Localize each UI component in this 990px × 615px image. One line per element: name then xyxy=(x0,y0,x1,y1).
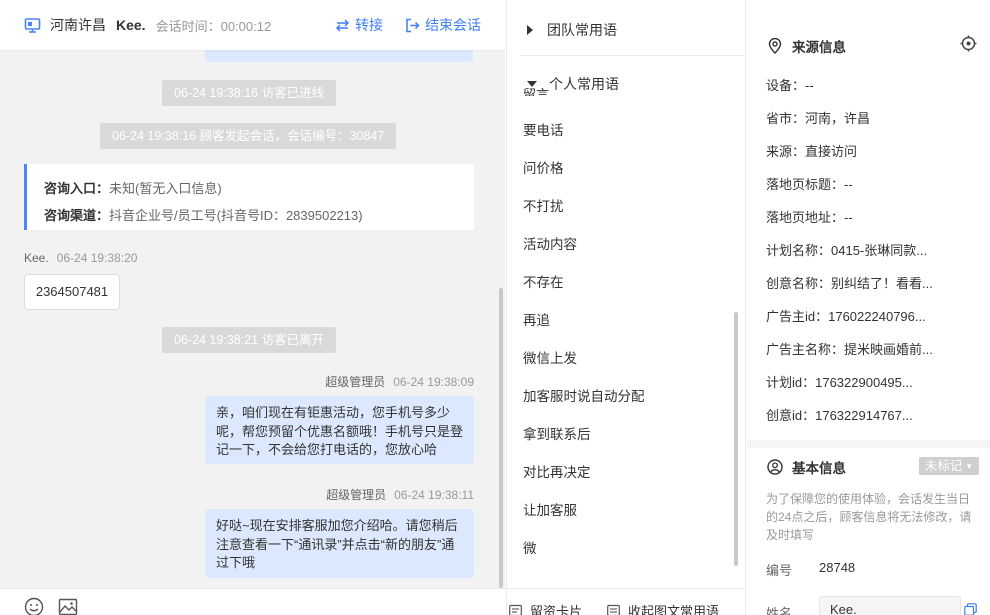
mark-status-dropdown[interactable]: 未标记 ▼ xyxy=(919,457,979,475)
customer-name-label: 姓名 xyxy=(766,606,793,615)
phrase-item[interactable]: 加客服时说自动分配 xyxy=(523,385,645,405)
chat-header: 河南许昌 Kee. 会话时间：00:00:12 转接 结束会话 xyxy=(0,0,505,50)
card-icon xyxy=(509,604,522,615)
customer-info-panel: 来源信息 设备：-- 省市：河南，许昌 来源：直接访问 落地页标题：-- 落地页… xyxy=(747,0,990,615)
agent-message-bubble: 亲，咱们现在有钜惠活动，您手机号多少呢，帮您预留个优惠名额哦！手机号只是登记一下… xyxy=(205,396,474,464)
caret-right-icon xyxy=(527,25,533,35)
target-icon[interactable] xyxy=(960,35,977,52)
phrase-item[interactable]: 对比再决定 xyxy=(523,461,591,481)
transfer-icon xyxy=(335,18,350,32)
end-session-button[interactable]: 结束会话 xyxy=(405,15,481,35)
phrases-toolbar: 留资卡片 收起图文常用语 xyxy=(507,588,745,615)
header-actions: 转接 结束会话 xyxy=(313,0,481,50)
caret-down-icon: ▼ xyxy=(965,462,974,471)
info-landing-url: 落地页地址：-- xyxy=(766,210,853,225)
session-time: 会话时间：00:00:12 xyxy=(155,18,272,34)
logout-icon xyxy=(406,18,420,32)
agent-message-meta: 超级管理员 06-24 19:38:09 xyxy=(325,375,474,389)
phrase-item[interactable]: 问价格 xyxy=(523,157,564,177)
phrases-scrollbar[interactable] xyxy=(734,312,738,566)
chat-scrollbar[interactable] xyxy=(499,288,503,588)
chat-toolbar xyxy=(0,588,505,615)
info-province-city: 省市：河南，许昌 xyxy=(766,111,871,126)
system-message-visitor-entered: 06-24 19:38:16 访客已进线 xyxy=(162,80,337,106)
phrase-item[interactable]: 再追 xyxy=(523,309,550,329)
phrases-panel: 团队常用语 个人常用语 留言 要电话 问价格 不打扰 活动内容 不存在 再追 微… xyxy=(506,0,746,615)
visitor-message-meta: Kee. 06-24 19:38:20 xyxy=(24,251,138,265)
info-landing-title: 落地页标题：-- xyxy=(766,177,853,192)
chat-panel: 河南许昌 Kee. 会话时间：00:00:12 转接 结束会话 06-24 19… xyxy=(0,0,505,615)
phrase-item[interactable]: 要电话 xyxy=(523,119,564,139)
consult-channel: 咨询渠道：抖音企业号/员工号(抖音号ID：2839502213) xyxy=(44,208,363,223)
phrase-item[interactable]: 微信上发 xyxy=(523,347,577,367)
system-message-session-started: 06-24 19:38:16 顾客发起会话，会话编号：30847 xyxy=(100,123,397,149)
info-creative-id: 创意id：176322914767... xyxy=(766,408,913,423)
phrase-item[interactable]: 活动内容 xyxy=(523,233,577,253)
phrase-item[interactable]: 不打扰 xyxy=(523,195,564,215)
customer-name-field[interactable]: Kee. xyxy=(819,596,961,615)
phrase-item[interactable]: 微 xyxy=(523,537,537,557)
copy-icon[interactable] xyxy=(964,603,977,615)
consult-info-card: 咨询入口：未知(暂无入口信息) 咨询渠道：抖音企业号/员工号(抖音号ID：283… xyxy=(24,164,474,230)
location-pin-icon xyxy=(768,38,782,54)
info-device: 设备：-- xyxy=(766,78,814,93)
phrase-item[interactable]: 让加客服 xyxy=(523,499,577,519)
phrase-item[interactable]: 拿到联系后 xyxy=(523,423,591,443)
team-phrases-group[interactable]: 团队常用语 xyxy=(527,20,617,40)
source-info-title: 来源信息 xyxy=(767,36,846,56)
image-icon[interactable] xyxy=(58,597,78,615)
caret-down-icon xyxy=(527,81,537,87)
customer-id-label: 编号 xyxy=(766,563,793,578)
basic-info-title: 基本信息 xyxy=(767,457,846,477)
info-plan-name: 计划名称：0415-张琳同款... xyxy=(766,243,928,258)
phrase-item[interactable]: 不存在 xyxy=(523,271,564,291)
divider xyxy=(521,55,745,56)
info-source: 来源：直接访问 xyxy=(766,144,858,159)
lead-card-button[interactable]: 留资卡片 xyxy=(509,601,582,615)
transfer-button[interactable]: 转接 xyxy=(335,15,383,35)
visitor-location: 河南许昌 xyxy=(50,17,106,33)
section-divider xyxy=(747,440,990,448)
phrase-item-partial: 留言 xyxy=(523,88,550,96)
smile-icon[interactable] xyxy=(24,597,44,615)
agent-message-bubble: 好哒~现在安排客服加您介绍哈。请您稍后注意查看一下“通讯录”并点击“新的朋友”通… xyxy=(205,509,474,578)
edit-notice: 为了保障您的使用体验，会话发生当日的24点之后，顾客信息将无法修改，请及时填写 xyxy=(766,492,972,542)
visitor-message-bubble: 2364507481 xyxy=(24,274,120,310)
info-plan-id: 计划id：176322900495... xyxy=(766,375,913,390)
monitor-icon xyxy=(24,17,41,33)
customer-id-value: 28748 xyxy=(819,560,856,575)
agent-message-meta: 超级管理员 06-24 19:38:11 xyxy=(326,488,474,502)
list-icon xyxy=(607,604,620,615)
visitor-name: Kee. xyxy=(116,17,146,33)
info-advertiser-id: 广告主id：176022240796... xyxy=(766,309,926,324)
collapse-phrases-button[interactable]: 收起图文常用语 xyxy=(607,601,719,615)
system-message-visitor-left: 06-24 19:38:21 访客已离开 xyxy=(162,327,337,353)
info-creative-name: 创意名称：别纠结了！看看... xyxy=(766,276,933,291)
info-advertiser-name: 广告主名称：提米映画婚前... xyxy=(766,342,933,357)
consult-entry: 咨询入口：未知(暂无入口信息) xyxy=(44,181,222,196)
user-icon xyxy=(767,459,783,475)
